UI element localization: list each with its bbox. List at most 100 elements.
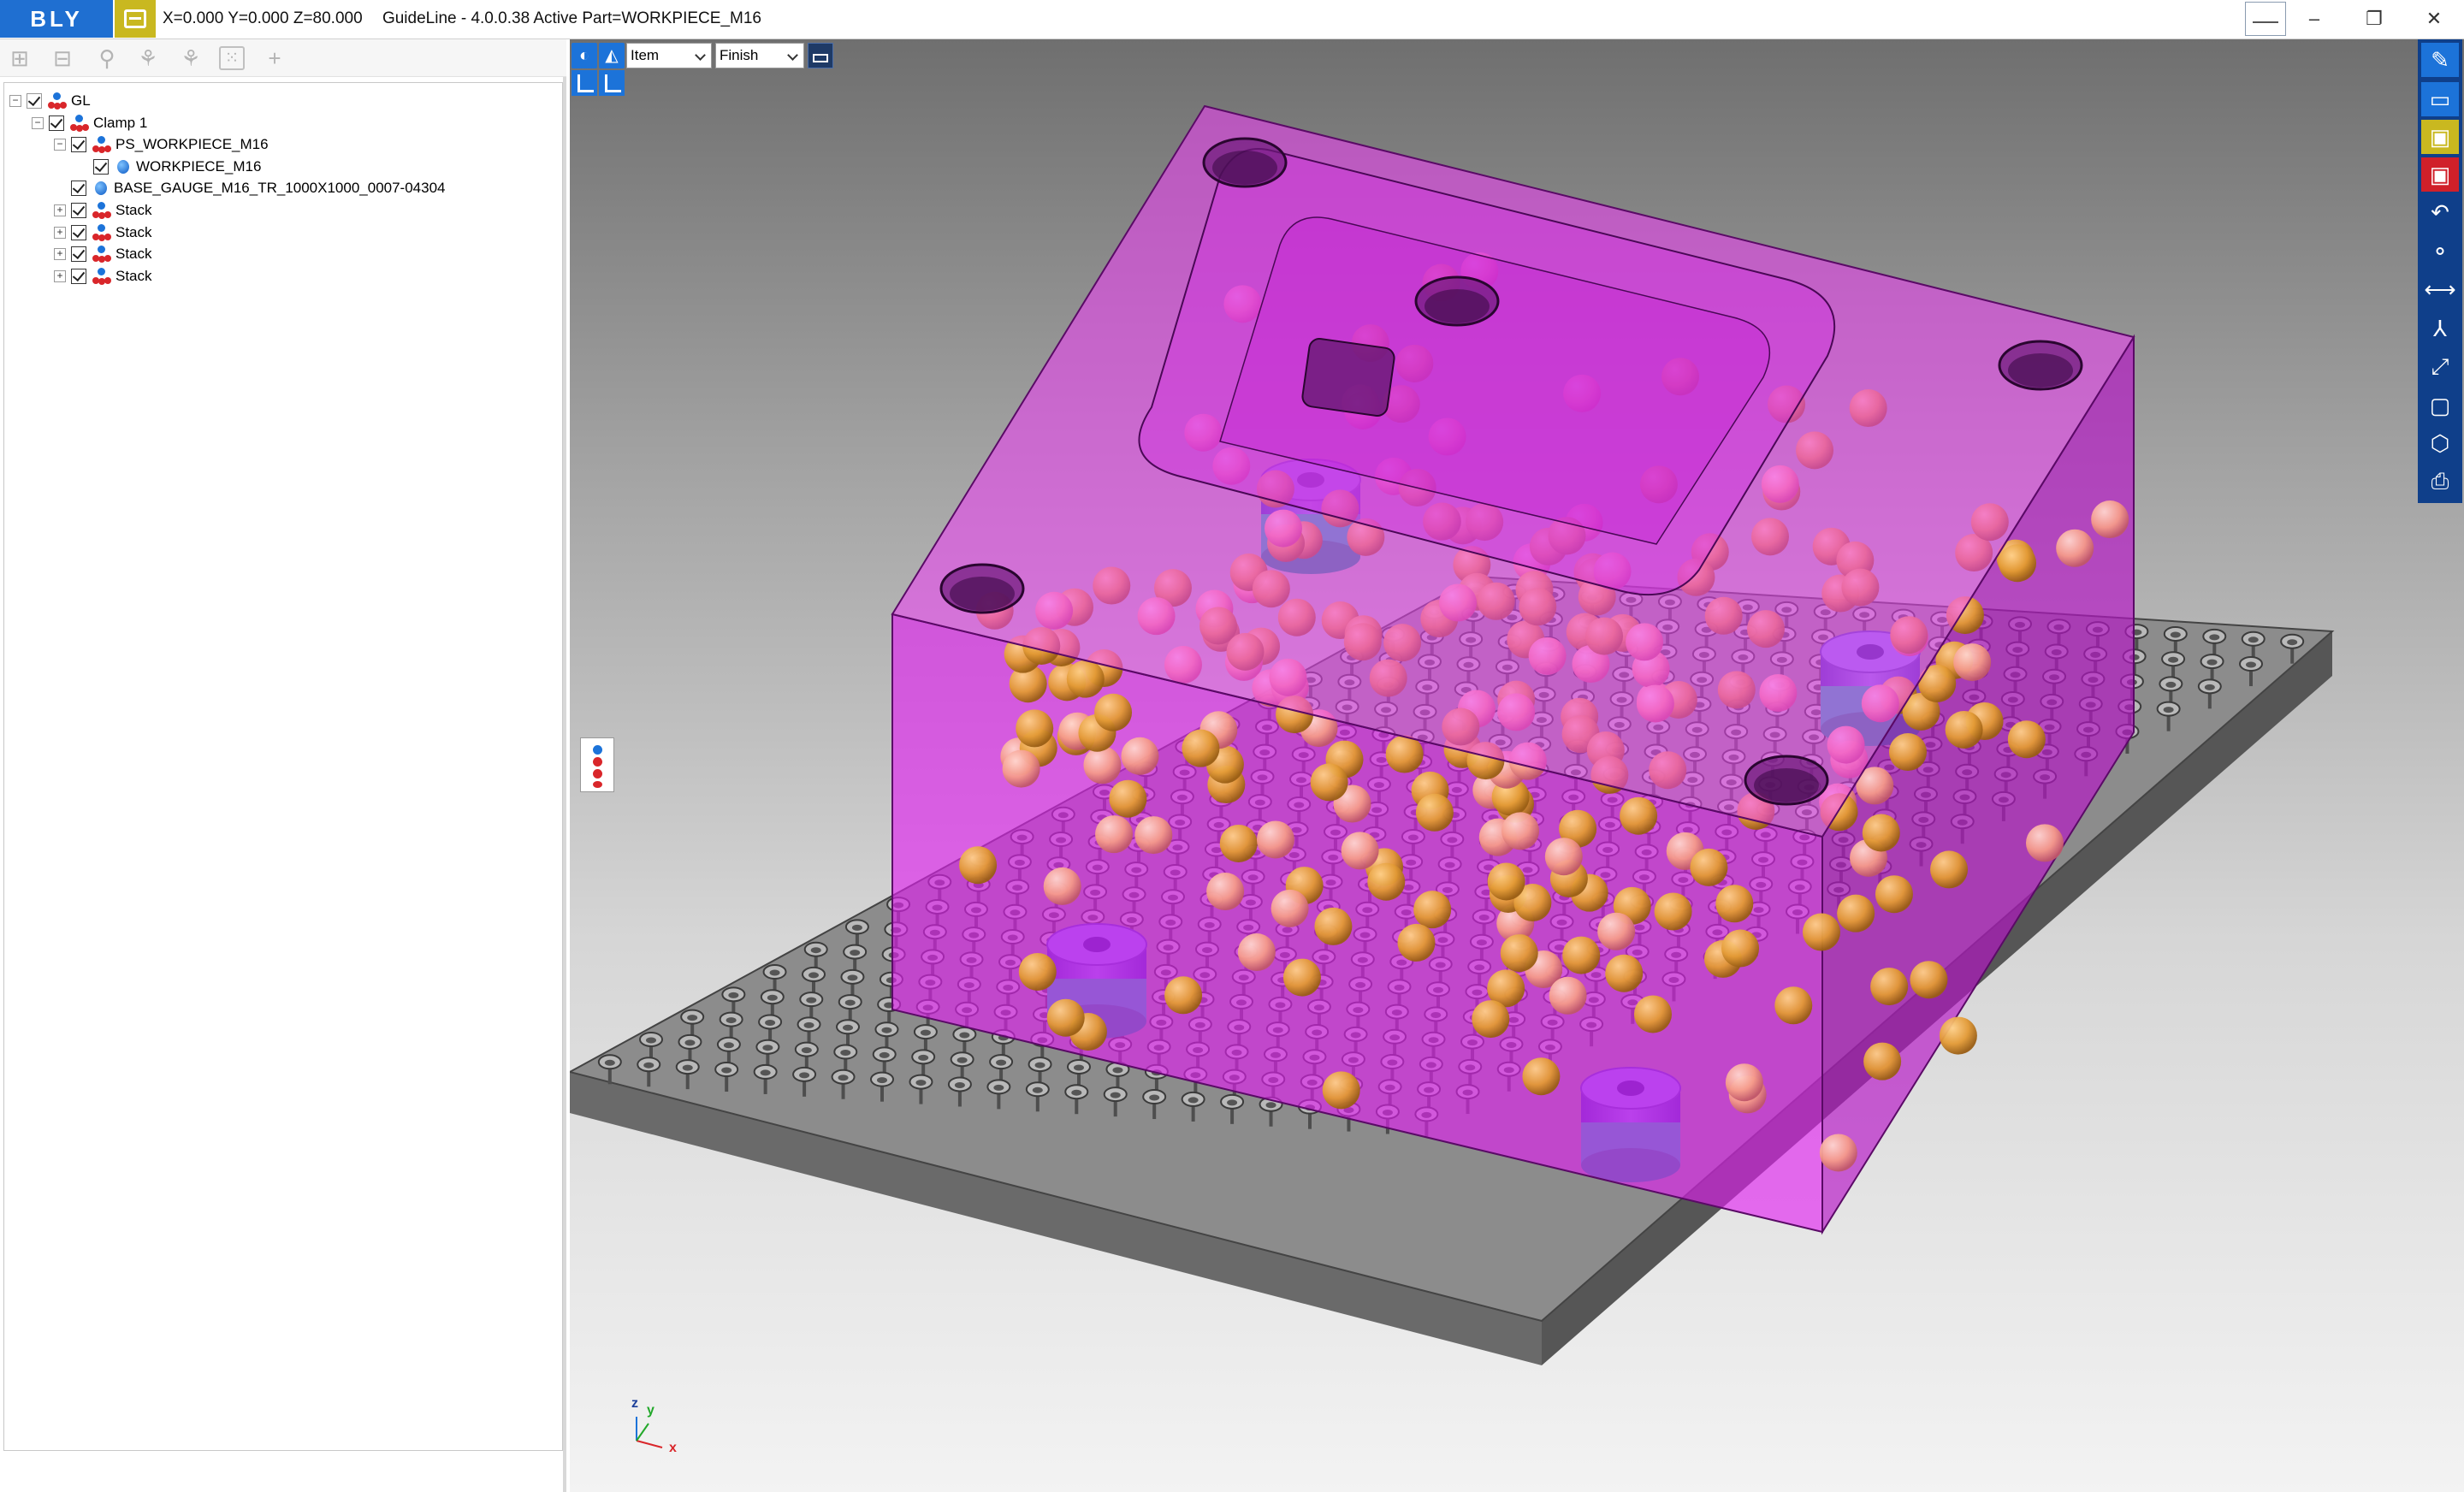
contact-sphere — [2056, 529, 2094, 567]
yellow-b-icon[interactable]: ▣ — [2421, 120, 2459, 154]
contact-sphere — [1206, 873, 1245, 911]
view-box-icon[interactable] — [808, 43, 833, 68]
minimize-button[interactable]: – — [2286, 0, 2343, 38]
axis-icon[interactable]: ⅄ — [2421, 311, 2459, 346]
render-mode-icon[interactable]: ◭ — [599, 43, 625, 68]
contact-sphere — [2091, 500, 2129, 539]
expand-toggle-icon[interactable]: + — [54, 204, 66, 216]
contact-sphere — [1094, 693, 1133, 731]
assembly-icon — [92, 135, 111, 154]
expand-toggle-icon[interactable]: + — [54, 226, 66, 239]
contact-sphere — [1953, 643, 1992, 682]
visibility-checkbox[interactable] — [71, 203, 86, 218]
axis-y-label: y — [647, 1403, 654, 1418]
search-icon[interactable]: ⚲ — [92, 44, 121, 72]
tree-item-label: PS_WORKPIECE_M16 — [116, 136, 269, 153]
visibility-checkbox[interactable] — [93, 158, 109, 175]
contact-sphere — [1182, 729, 1220, 767]
contact-sphere — [1605, 954, 1644, 992]
visibility-checkbox[interactable] — [49, 115, 64, 131]
contact-sphere — [2025, 824, 2064, 862]
contact-sphere — [1237, 933, 1276, 972]
open-folder-icon[interactable]: ▭ — [2421, 82, 2459, 116]
3d-scene[interactable] — [570, 39, 2464, 1492]
cube-icon[interactable]: ⬡ — [2421, 426, 2459, 460]
tree-filter-icon[interactable]: ⚘ — [133, 44, 163, 72]
contact-sphere — [1487, 862, 1525, 901]
contact-sphere — [1002, 749, 1040, 788]
bly-logo[interactable]: BLY — [0, 0, 113, 38]
expand-toggle-icon[interactable]: + — [54, 248, 66, 261]
contact-sphere — [1046, 998, 1085, 1037]
part-icon — [95, 181, 107, 196]
contact-sphere — [1549, 976, 1587, 1015]
pin-icon[interactable]: ✎ — [2421, 43, 2459, 77]
fit-view-icon[interactable]: ⤢ — [2421, 349, 2459, 383]
quick-access-icon[interactable] — [115, 0, 156, 38]
tree-item[interactable]: BASE_GAUGE_M16_TR_1000X1000_0007-04304 — [54, 177, 446, 199]
expand-toggle-icon[interactable]: − — [9, 95, 21, 107]
contact-sphere — [1341, 832, 1379, 870]
tree-item[interactable]: + Stack — [54, 243, 152, 265]
tree-item-label: Stack — [116, 202, 152, 218]
red-b-icon[interactable]: ▣ — [2421, 157, 2459, 192]
expand-toggle-icon[interactable]: − — [54, 139, 66, 151]
window-icon[interactable]: ▢ — [2421, 388, 2459, 423]
add-icon[interactable]: + — [260, 44, 289, 72]
tree-item-label: Clamp 1 — [93, 114, 148, 131]
mode-select[interactable]: Item — [626, 43, 712, 68]
3d-viewport[interactable]: ◐ ◭ Item Finish z y x — [570, 39, 2464, 1492]
contact-sphere — [1633, 995, 1672, 1033]
collapse-all-icon[interactable]: ⊟ — [48, 44, 77, 72]
visibility-checkbox[interactable] — [71, 137, 86, 153]
visibility-checkbox[interactable] — [71, 246, 86, 263]
tree-item[interactable]: + Stack — [54, 265, 152, 287]
tree-item[interactable]: − GL — [9, 90, 91, 112]
measure-icon[interactable]: ⟷ — [2421, 272, 2459, 306]
visibility-checkbox[interactable] — [71, 224, 86, 240]
tree-item[interactable]: − Clamp 1 — [32, 112, 147, 134]
contact-sphere — [1314, 907, 1353, 945]
restore-button[interactable]: ❐ — [2346, 0, 2402, 38]
contact-sphere — [1802, 913, 1840, 951]
expand-toggle-icon[interactable]: − — [32, 116, 44, 129]
tree-item[interactable]: WORKPIECE_M16 — [76, 156, 261, 178]
contact-sphere — [1544, 838, 1583, 876]
axis-z-label: z — [631, 1396, 638, 1411]
contact-sphere — [1863, 1042, 1902, 1081]
title-text: X=0.000 Y=0.000 Z=80.000 GuideLine - 4.0… — [163, 0, 761, 38]
contact-sphere — [1725, 1063, 1763, 1102]
undo-icon[interactable]: ↶ — [2421, 195, 2459, 229]
tree-item[interactable]: − PS_WORKPIECE_M16 — [54, 133, 269, 156]
light-bulb-icon[interactable]: ⚬ — [2421, 234, 2459, 269]
visibility-checkbox[interactable] — [27, 93, 42, 109]
title-bar: BLY X=0.000 Y=0.000 Z=80.000 GuideLine -… — [0, 0, 2464, 39]
select-region-icon[interactable]: ⁙ — [219, 46, 245, 70]
tree-item-label: Stack — [116, 246, 152, 263]
front-view-icon[interactable] — [572, 70, 597, 96]
assembly-tree-panel: ⊞ ⊟ ⚲ ⚘ ⚘ ⁙ + − GL − Clamp 1 − PS_WORKPIECE_M… — [0, 39, 566, 1492]
contact-sphere — [1095, 815, 1134, 854]
iso-view-icon[interactable] — [599, 70, 625, 96]
layout-icon[interactable] — [2245, 2, 2286, 36]
contact-sphere — [1367, 862, 1406, 901]
contact-sphere — [1385, 735, 1424, 773]
expand-all-icon[interactable]: ⊞ — [5, 44, 34, 72]
shading-icon[interactable]: ◐ — [572, 43, 597, 68]
expand-toggle-icon[interactable]: + — [54, 269, 66, 282]
close-button[interactable]: ✕ — [2406, 0, 2462, 38]
visibility-checkbox[interactable] — [71, 181, 86, 197]
print-icon[interactable]: ⎙ — [2421, 464, 2459, 498]
visibility-checkbox[interactable] — [71, 268, 86, 284]
tree-item[interactable]: + Stack — [54, 199, 152, 222]
contact-sphere — [1109, 779, 1147, 818]
stack-selector-widget[interactable] — [580, 737, 614, 792]
finish-select[interactable]: Finish — [715, 43, 804, 68]
tree-item-label: WORKPIECE_M16 — [136, 157, 262, 175]
assembly-icon — [92, 201, 111, 220]
tree-structure-icon[interactable]: ⚘ — [176, 44, 205, 72]
viewport-toolbar-2 — [572, 70, 626, 96]
tree-item[interactable]: + Stack — [54, 222, 152, 244]
tree-item-label: Stack — [116, 267, 152, 284]
viewport-toolbar: ◐ ◭ Item Finish — [572, 43, 833, 68]
